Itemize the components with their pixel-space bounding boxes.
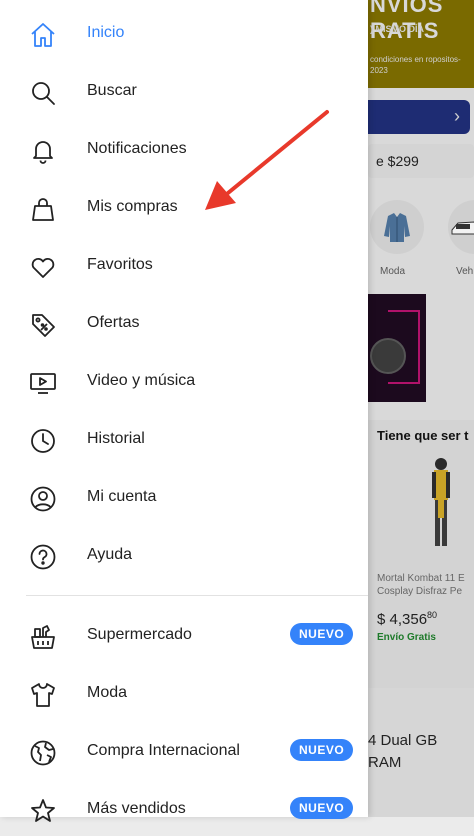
menu-item-label: Compra Internacional <box>87 742 240 759</box>
background-app: NVIOS RATIS ) MISMO DÍA condiciones en r… <box>368 0 474 817</box>
menu-item-compra-internacional[interactable]: Compra Internacional NUEVO <box>0 726 368 778</box>
shopping-bag-icon <box>28 194 58 224</box>
free-shipping-label: Envío Gratis <box>377 632 436 643</box>
category-label-moda: Moda <box>380 266 406 277</box>
clock-icon <box>28 426 58 456</box>
tshirt-icon <box>28 680 58 710</box>
help-icon <box>28 542 58 572</box>
tag-icon <box>28 310 58 340</box>
menu-item-inicio[interactable]: Inicio <box>0 8 368 60</box>
video-thumbnail <box>368 294 426 402</box>
category-vehiculos <box>448 200 474 254</box>
product-card: 4 Dual GB RAM <box>368 688 474 817</box>
video-play-icon <box>28 368 58 398</box>
menu-item-label: Favoritos <box>87 256 153 273</box>
promo-banner: NVIOS RATIS ) MISMO DÍA condiciones en r… <box>368 0 474 88</box>
promo-banner-subtitle: ) MISMO DÍA <box>370 24 424 34</box>
product-card-text: 4 Dual GB RAM <box>368 732 438 771</box>
bell-icon <box>28 136 58 166</box>
promo-banner-title: NVIOS RATIS <box>370 0 444 43</box>
menu-item-ofertas[interactable]: Ofertas <box>0 298 368 350</box>
menu-item-mis-compras[interactable]: Mis compras <box>0 182 368 234</box>
menu-item-label: Ayuda <box>87 546 133 563</box>
menu-item-mi-cuenta[interactable]: Mi cuenta <box>0 472 368 524</box>
search-icon <box>28 78 58 108</box>
home-icon <box>28 20 58 50</box>
section-title: Tiene que ser t <box>377 428 469 443</box>
menu-item-label: Mi cuenta <box>87 488 157 505</box>
new-badge: NUEVO <box>290 797 354 819</box>
menu-item-notificaciones[interactable]: Notificaciones <box>0 124 368 176</box>
grocery-basket-icon <box>28 622 58 652</box>
menu-item-buscar[interactable]: Buscar <box>0 66 368 118</box>
shipping-text: e $299 <box>376 153 419 169</box>
menu-item-ayuda[interactable]: Ayuda <box>0 530 368 582</box>
divider <box>26 595 368 596</box>
washer-image <box>370 338 406 374</box>
product-title: Mortal Kombat 11 E Cosplay Disfraz Pe <box>377 573 465 597</box>
navigation-drawer: Inicio Buscar Notificaciones Mis compras… <box>0 0 368 822</box>
category-label-vehiculos: Veh <box>456 266 474 277</box>
recommendation-section: Tiene que ser t Mortal Kombat 11 E Cospl… <box>368 420 474 690</box>
menu-item-historial[interactable]: Historial <box>0 414 368 466</box>
menu-item-label: Buscar <box>87 82 137 99</box>
globe-icon <box>28 738 58 768</box>
chevron-right-icon: › <box>454 106 460 126</box>
menu-item-label: Historial <box>87 430 145 447</box>
menu-item-label: Ofertas <box>87 314 140 331</box>
menu-item-label: Inicio <box>87 24 125 41</box>
menu-item-label: Más vendidos <box>87 800 186 817</box>
menu-item-supermercado[interactable]: Supermercado NUEVO <box>0 610 368 662</box>
account-banner: › <box>368 100 470 134</box>
new-badge: NUEVO <box>290 739 354 761</box>
menu-item-label: Supermercado <box>87 626 192 643</box>
jacket-icon <box>384 213 410 242</box>
menu-item-video-y-musica[interactable]: Video y música <box>0 356 368 408</box>
menu-item-label: Video y música <box>87 372 196 389</box>
category-moda <box>370 200 424 254</box>
menu-item-mas-vendidos[interactable]: Más vendidos NUEVO <box>0 784 368 836</box>
menu-item-favoritos[interactable]: Favoritos <box>0 240 368 292</box>
new-badge: NUEVO <box>290 623 354 645</box>
heart-icon <box>28 252 58 282</box>
product-image <box>432 458 450 546</box>
menu-item-label: Moda <box>87 684 128 701</box>
user-circle-icon <box>28 484 58 514</box>
product-price: $ 4,35680 <box>377 610 437 628</box>
car-icon <box>451 221 474 235</box>
product-price-cents: 80 <box>427 610 438 620</box>
shipping-banner: e $299 <box>368 144 474 178</box>
product-price-value: $ 4,356 <box>377 611 428 628</box>
menu-item-label: Mis compras <box>87 198 178 215</box>
menu-item-moda[interactable]: Moda <box>0 668 368 720</box>
promo-banner-terms: condiciones en ropositos-2023 <box>370 55 461 75</box>
star-icon <box>28 796 58 826</box>
menu-item-label: Notificaciones <box>87 140 187 157</box>
